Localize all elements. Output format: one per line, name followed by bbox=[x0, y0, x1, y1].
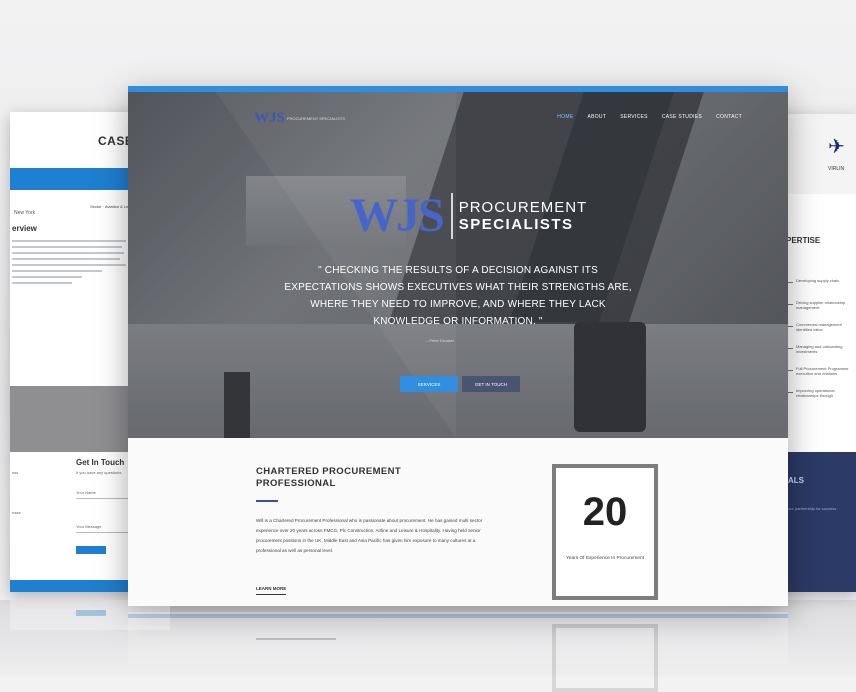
expertise-bullet: Managing and onboarding investments bbox=[796, 344, 843, 354]
left-label-2: ease bbox=[12, 510, 21, 515]
homepage-card: WJS PROCUREMENT SPECIALISTS HOME ABOUT S… bbox=[128, 86, 788, 606]
nav-logo-mark: WJS bbox=[254, 110, 285, 126]
get-in-touch-button[interactable]: GET IN TOUCH bbox=[462, 376, 520, 392]
left-label-1: ess bbox=[12, 470, 19, 475]
location-label: New York bbox=[14, 210, 36, 216]
reflection-bar bbox=[128, 614, 788, 618]
testimonial-text: our partnership for success bbox=[788, 506, 837, 511]
reflection-button bbox=[76, 610, 106, 616]
learn-more-link[interactable]: LEARN MORE bbox=[256, 586, 286, 591]
plane-icon: ✈ bbox=[828, 136, 845, 158]
testimonials-heading: ALS bbox=[788, 476, 804, 485]
message-field-placeholder[interactable]: Your Message bbox=[76, 524, 101, 529]
section-title: CHARTERED PROCUREMENT PROFESSIONAL bbox=[256, 466, 402, 489]
bullet-dash bbox=[788, 348, 793, 349]
services-button[interactable]: SERVICES bbox=[400, 376, 458, 392]
bullet-dash bbox=[788, 392, 793, 393]
logo-separator bbox=[450, 192, 453, 239]
about-section: CHARTERED PROCUREMENT PROFESSIONAL Will … bbox=[128, 438, 788, 606]
get-in-touch-heading: Get In Touch bbox=[76, 458, 125, 467]
logo-mark: WJS bbox=[350, 189, 445, 242]
message-field[interactable] bbox=[76, 532, 136, 533]
logo-words: PROCUREMENT SPECIALISTS bbox=[459, 199, 588, 233]
get-in-touch-sub: If you have any questions bbox=[76, 470, 122, 475]
name-field[interactable] bbox=[76, 498, 136, 499]
expertise-bullet: Improving operational relationships thro… bbox=[796, 388, 835, 398]
learn-more-underline bbox=[256, 594, 286, 595]
nav-contact[interactable]: CONTACT bbox=[716, 114, 742, 120]
hero-logo: WJS PROCUREMENT SPECIALISTS bbox=[350, 188, 587, 243]
bullet-dash bbox=[788, 326, 793, 327]
expertise-bullet: Developing supply chain bbox=[796, 278, 840, 283]
bullet-dash bbox=[788, 304, 793, 305]
nav-logo[interactable]: WJS PROCUREMENT SPECIALISTS bbox=[254, 110, 345, 127]
nav-about[interactable]: ABOUT bbox=[587, 114, 606, 120]
overview-heading: erview bbox=[12, 224, 37, 233]
bullet-dash bbox=[788, 370, 793, 371]
expertise-bullet: Commercial management identified value bbox=[796, 322, 842, 332]
name-field-placeholder[interactable]: Your Name bbox=[76, 490, 96, 495]
overview-text-lines bbox=[12, 240, 126, 288]
expertise-bullet: Driving supplier relationship management bbox=[796, 300, 846, 310]
main-nav: HOME ABOUT SERVICES CASE STUDIES CONTACT bbox=[557, 114, 742, 120]
main-card-reflection bbox=[128, 612, 788, 692]
bullet-dash bbox=[788, 282, 793, 283]
airline-label: VIRLIN bbox=[828, 166, 845, 172]
expertise-bullet: Full Procurement Programme execution and… bbox=[796, 366, 849, 376]
years-number: 20 bbox=[582, 490, 628, 534]
quote-author: – Peter Drucker bbox=[426, 338, 455, 343]
nav-logo-text: PROCUREMENT SPECIALISTS bbox=[286, 116, 346, 121]
nav-home[interactable]: HOME bbox=[557, 114, 573, 120]
hero-section: WJS PROCUREMENT SPECIALISTS HOME ABOUT S… bbox=[128, 92, 788, 438]
nav-case-studies[interactable]: CASE STUDIES bbox=[662, 114, 702, 120]
hero-quote: " CHECKING THE RESULTS OF A DECISION AGA… bbox=[284, 265, 632, 327]
reflection-box bbox=[552, 624, 658, 692]
blue-banner bbox=[10, 168, 128, 190]
reflection-line bbox=[256, 638, 336, 640]
send-button[interactable] bbox=[76, 546, 106, 554]
years-caption: Years Of Experience In Procurement bbox=[566, 556, 644, 561]
logo-line-2: SPECIALISTS bbox=[458, 215, 574, 233]
nav-services[interactable]: SERVICES bbox=[620, 114, 648, 120]
experience-box: 20 Years Of Experience In Procurement bbox=[552, 464, 658, 600]
logo-line-1: PROCUREMENT bbox=[458, 198, 588, 216]
section-body: Will is a Chartered Procurement Professi… bbox=[256, 518, 483, 553]
section-rule bbox=[256, 500, 278, 502]
expertise-heading: PERTISE bbox=[786, 236, 821, 245]
